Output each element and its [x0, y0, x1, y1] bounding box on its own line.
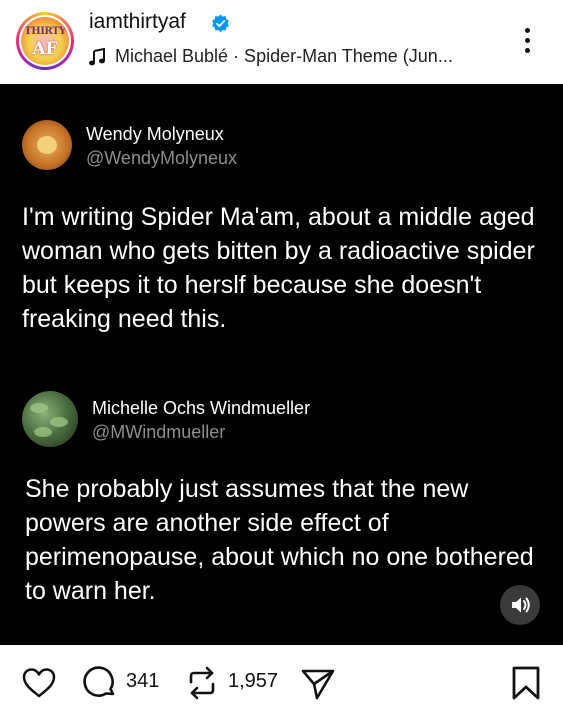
sound-icon — [512, 597, 530, 613]
more-options-icon[interactable] — [522, 28, 532, 56]
tweet-author-name: Wendy Molyneux — [86, 124, 224, 144]
tweet-author-name: Michelle Ochs Windmueller — [92, 398, 311, 418]
bookmark-icon[interactable] — [510, 665, 542, 701]
avatar-logo-text-bottom: AF — [32, 39, 58, 59]
post-header: THIRTY AF iamthirtyaf Michael Bublé · Sp… — [0, 0, 563, 84]
audio-track-label[interactable]: Michael Bublé · Spider-Man Theme (Jun... — [115, 46, 453, 67]
username[interactable]: iamthirtyaf — [89, 10, 186, 34]
tweet-avatar-wendy — [22, 120, 72, 170]
music-note-icon — [89, 48, 105, 66]
comment-count: 341 — [126, 670, 160, 692]
tweet-author-handle: @WendyMolyneux — [86, 148, 238, 168]
tweet-avatar-michelle — [22, 391, 78, 447]
profile-avatar[interactable]: THIRTY AF — [16, 12, 74, 70]
avatar-logo-text-top: THIRTY — [24, 26, 66, 37]
tweet-text: I'm writing Spider Ma'am, about a middle… — [22, 203, 535, 333]
tweet-text: She probably just assumes that the new p… — [25, 475, 534, 605]
avatar-image: THIRTY AF — [21, 17, 69, 65]
verified-badge-icon — [212, 14, 229, 33]
sound-toggle-button[interactable] — [500, 585, 540, 625]
repost-icon[interactable] — [185, 665, 219, 701]
share-icon[interactable] — [300, 667, 336, 701]
repost-count: 1,957 — [228, 670, 279, 692]
heart-icon[interactable] — [22, 667, 56, 699]
comment-icon[interactable] — [82, 665, 118, 701]
tweet-author-handle: @MWindmueller — [92, 422, 226, 442]
